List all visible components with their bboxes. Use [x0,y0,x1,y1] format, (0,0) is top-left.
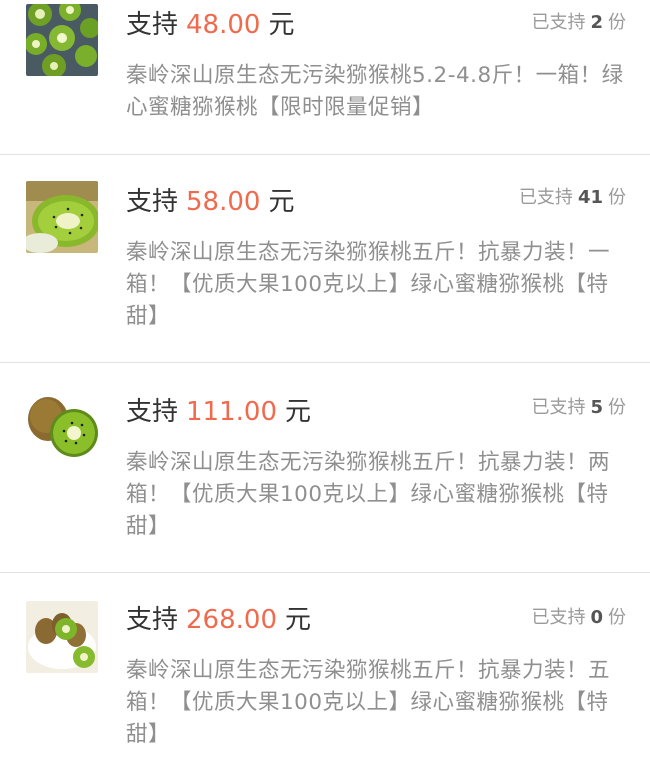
reward-tier[interactable]: 支持 268.00 元 已支持 0 份 秦岭深山原生态无污染猕猴桃五斤！抗暴力装！五箱！… [0,573,650,761]
backers-label: 已支持 [518,187,573,208]
support-amount: 48.00 [186,10,261,40]
currency-label: 元 [285,397,312,427]
support-amount: 58.00 [186,187,261,217]
backers-unit: 份 [608,12,626,33]
kiwi-half-photo-icon [26,391,98,463]
reward-tier[interactable]: 支持 111.00 元 已支持 5 份 秦岭深山原生态无污染猕猴桃五斤！抗暴力装！两箱！… [0,363,650,573]
backers-label: 已支持 [531,12,586,33]
kiwi-bowl-photo-icon [26,601,98,673]
support-amount-line: 支持 268.00 元 [126,603,311,637]
reward-description: 秦岭深山原生态无污染猕猴桃五斤！抗暴力装！两箱！【优质大果100克以上】绿心蜜糖… [126,450,611,539]
backers-unit: 份 [608,187,626,208]
backers-label: 已支持 [531,607,586,628]
backers-count: 2 [590,12,603,33]
reward-description: 秦岭深山原生态无污染猕猴桃五斤！抗暴力装！一箱！【优质大果100克以上】绿心蜜糖… [126,240,611,329]
backers-count: 41 [577,187,603,208]
support-amount: 268.00 [186,605,277,635]
currency-label: 元 [268,187,295,217]
backers-label: 已支持 [531,397,586,418]
currency-label: 元 [268,10,295,40]
reward-list: 支持 48.00 元 已支持 2 份 秦岭深山原生态无污染猕猴桃5.2-4.8斤！一箱！… [0,0,650,761]
backers-unit: 份 [608,397,626,418]
support-label: 支持 [126,187,179,217]
reward-description: 秦岭深山原生态无污染猕猴桃5.2-4.8斤！一箱！绿心蜜糖猕猴桃【限时限量促销】 [126,63,624,120]
reward-description: 秦岭深山原生态无污染猕猴桃五斤！抗暴力装！五箱！【优质大果100克以上】绿心蜜糖… [126,658,611,747]
backers-count: 5 [590,397,603,418]
currency-label: 元 [285,605,312,635]
support-label: 支持 [126,397,179,427]
support-amount-line: 支持 48.00 元 [126,8,294,42]
kiwi-slice-photo-icon [26,181,98,253]
support-amount-line: 支持 111.00 元 [126,395,311,429]
backers-unit: 份 [608,607,626,628]
reward-tier[interactable]: 支持 58.00 元 已支持 41 份 秦岭深山原生态无污染猕猴桃五斤！抗暴力装！一箱！… [0,155,650,363]
reward-tier[interactable]: 支持 48.00 元 已支持 2 份 秦岭深山原生态无污染猕猴桃5.2-4.8斤！一箱！… [0,0,650,155]
backers-count-line: 已支持 5 份 [531,395,626,421]
backers-count-line: 已支持 0 份 [531,605,626,631]
backers-count-line: 已支持 41 份 [519,185,626,211]
backers-count: 0 [590,607,603,628]
support-amount-line: 支持 58.00 元 [126,185,294,219]
kiwi-plate-photo-icon [26,4,98,76]
support-label: 支持 [126,605,179,635]
support-amount: 111.00 [186,397,277,427]
backers-count-line: 已支持 2 份 [531,10,626,36]
support-label: 支持 [126,10,179,40]
